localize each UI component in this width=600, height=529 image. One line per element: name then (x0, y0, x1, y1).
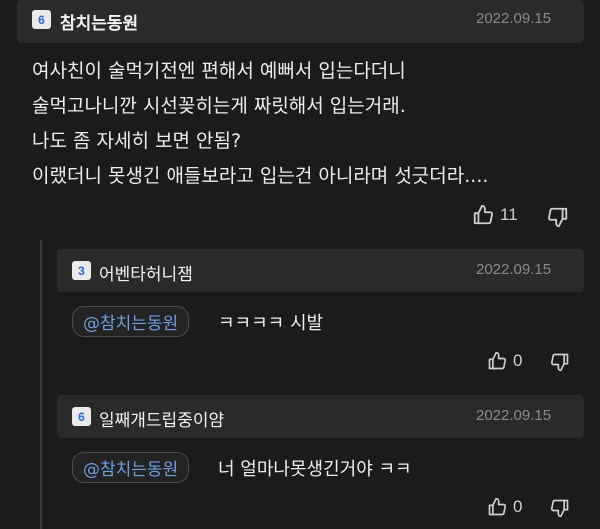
comment-line: 나도 좀 자세히 보면 안됨? (32, 130, 242, 152)
reply-author[interactable]: 일째개드립중이얌 (99, 406, 224, 431)
thumbs-down-icon[interactable] (550, 498, 570, 518)
reply-date: 2022.09.15 (476, 261, 552, 278)
comment-body: 여사친이 술먹기전엔 편해서 예뻐서 입는다더니 술먹고나니깐 시선꽂히는게 짜… (32, 54, 488, 194)
reply-text: 너 얼마나못생긴거야 ㅋㅋ (218, 459, 412, 480)
reply-date: 2022.09.15 (476, 407, 552, 424)
thumbs-down-icon[interactable] (550, 352, 570, 372)
mention-tag[interactable]: @참치는동원 (72, 452, 190, 483)
level-badge-icon: 6 (72, 407, 91, 426)
reply-thread-line (40, 240, 42, 529)
upvote-button[interactable]: 0 (487, 351, 522, 371)
level-badge-icon: 3 (72, 261, 91, 280)
level-badge-icon: 6 (32, 10, 51, 29)
reply-text: ㅋㅋㅋㅋ 시발 (218, 313, 324, 334)
comment-line: 술먹고나니깐 시선꽂히는게 짜릿해서 입는거래. (32, 95, 406, 117)
comment-date: 2022.09.15 (476, 10, 552, 27)
upvote-count: 11 (500, 205, 518, 224)
comment-author[interactable]: 참치는동원 (60, 9, 138, 34)
thumbs-up-icon (487, 497, 507, 517)
thumbs-up-icon (472, 204, 494, 226)
upvote-button[interactable]: 0 (487, 497, 522, 517)
upvote-count: 0 (513, 351, 523, 370)
upvote-button[interactable]: 11 (472, 204, 518, 226)
upvote-count: 0 (513, 497, 523, 516)
thumbs-up-icon (487, 351, 507, 371)
comment-line: 이랬더니 못생긴 애들보라고 입는건 아니라며 섯긋더라.... (32, 165, 489, 187)
mention-tag[interactable]: @참치는동원 (72, 306, 190, 337)
comment-line: 여사친이 술먹기전엔 편해서 예뻐서 입는다더니 (32, 60, 406, 82)
thumbs-down-icon[interactable] (547, 206, 569, 228)
reply-author[interactable]: 어벤타허니잼 (99, 260, 193, 285)
